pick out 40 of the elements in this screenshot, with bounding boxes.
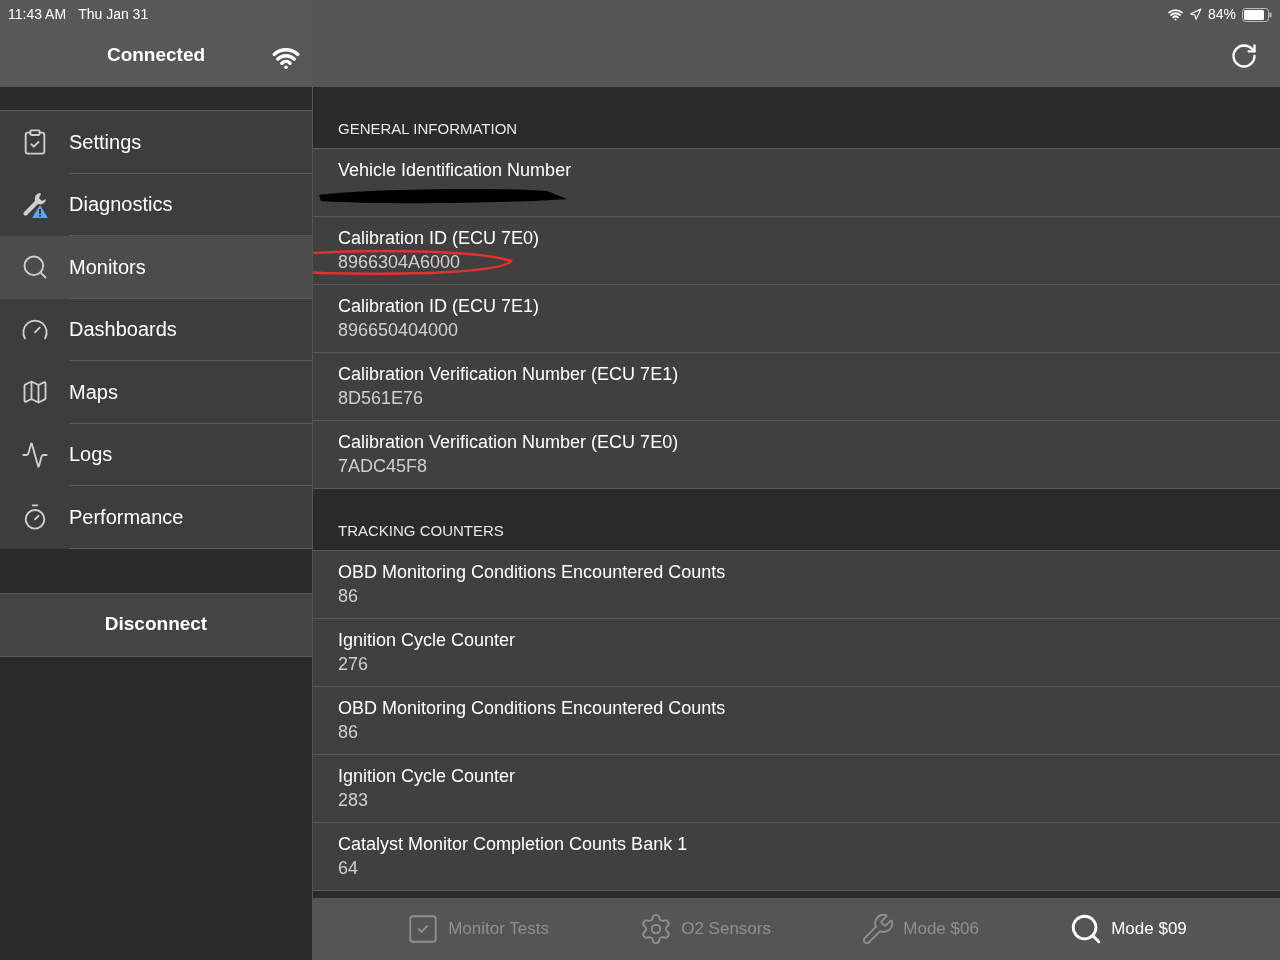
- connection-title: Connected: [106, 43, 206, 68]
- row-value: 86: [338, 721, 359, 744]
- row-label: OBD Monitoring Conditions Encountered Counts: [338, 697, 727, 720]
- section-header: TRACKING COUNTERS: [338, 520, 504, 541]
- battery-percent: 84%: [1207, 5, 1236, 24]
- row-value: 8966304A6000: [338, 251, 461, 274]
- row-label: Ignition Cycle Counter: [338, 629, 517, 652]
- row-label: OBD Monitoring Conditions Encountered Counts: [338, 561, 727, 584]
- row-value: 276: [338, 653, 369, 676]
- sidebar-item[interactable]: Maps: [0, 361, 312, 424]
- sidebar-item[interactable]: Diagnostics: [0, 173, 312, 236]
- wifi-icon: [1167, 7, 1183, 22]
- wrench-icon: [861, 912, 896, 946]
- tab-bar-item[interactable]: Mode $09: [1069, 912, 1187, 946]
- sidebar-item[interactable]: Dashboards: [0, 298, 312, 361]
- row-label: Calibration Verification Number (ECU 7E0): [338, 431, 680, 454]
- row-value: 86: [338, 585, 359, 608]
- battery-icon: [1242, 7, 1272, 22]
- row-value: 8D561E76: [338, 387, 424, 410]
- row-value: 7ADC45F8: [338, 455, 428, 478]
- row-label: Calibration ID (ECU 7E0): [338, 227, 541, 250]
- sidebar-item[interactable]: Settings: [0, 111, 312, 174]
- row-value: 283: [338, 789, 369, 812]
- waveform-icon: [20, 440, 49, 469]
- sidebar-item[interactable]: Logs: [0, 423, 312, 486]
- location-icon: [1188, 8, 1202, 21]
- row-label: Calibration Verification Number (ECU 7E1): [338, 363, 680, 386]
- status-time: 11:43 AM: [8, 5, 67, 24]
- sidebar-item[interactable]: Performance: [0, 486, 312, 549]
- status-date: Thu Jan 31: [78, 5, 149, 24]
- row-value: 896650404000: [338, 319, 459, 342]
- row-label: Vehicle Identification Number: [338, 159, 573, 182]
- row-label: Catalyst Monitor Completion Counts Bank 1: [338, 833, 689, 856]
- row-label: Calibration ID (ECU 7E1): [338, 295, 541, 318]
- sidebar-item[interactable]: Monitors: [0, 236, 312, 299]
- disconnect-button[interactable]: Disconnect: [0, 592, 312, 657]
- section-header: GENERAL INFORMATION: [338, 118, 518, 139]
- refresh-icon[interactable]: [1230, 42, 1258, 70]
- row-value: 64: [338, 857, 359, 880]
- row-label: Ignition Cycle Counter: [338, 765, 517, 788]
